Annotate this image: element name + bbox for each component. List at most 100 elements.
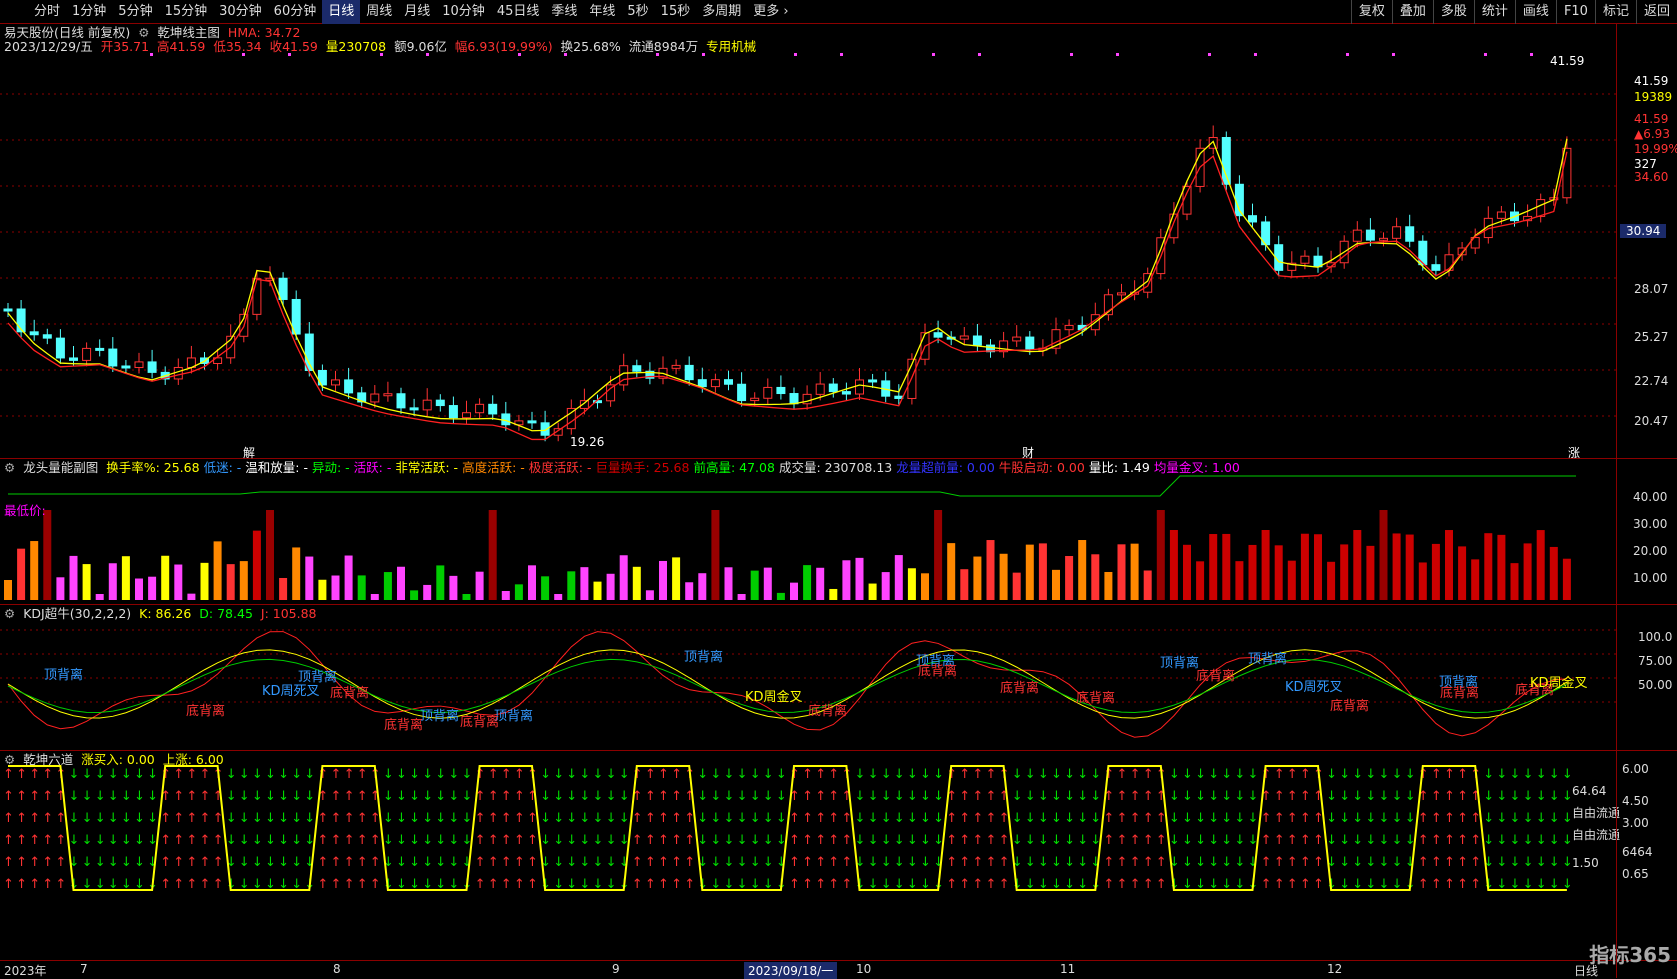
prev-high-volume-line	[8, 475, 1576, 497]
down-arrow-icon: ↓	[619, 789, 630, 804]
candle-body	[1352, 229, 1362, 242]
up-arrow-icon: ↑	[200, 789, 211, 804]
period-tab-1[interactable]: 1分钟	[66, 0, 112, 24]
down-arrow-icon: ↓	[579, 855, 590, 870]
up-arrow-icon: ↑	[331, 767, 342, 782]
down-arrow-icon: ↓	[1234, 811, 1245, 826]
down-arrow-icon: ↓	[855, 833, 866, 848]
candle-body	[501, 413, 511, 426]
toolbar-button-6[interactable]: 标记	[1594, 0, 1636, 24]
kdj-signal-label: 底背离	[186, 704, 226, 719]
toolbar-button-2[interactable]: 多股	[1432, 0, 1474, 24]
up-arrow-icon: ↑	[1470, 855, 1481, 870]
volume-bar	[357, 575, 366, 600]
volume-bar	[986, 540, 995, 600]
period-tab-11[interactable]: 季线	[545, 0, 583, 24]
down-arrow-icon: ↓	[553, 767, 564, 782]
down-arrow-icon: ↓	[697, 789, 708, 804]
quote-amount: 额9.06亿	[394, 39, 447, 54]
quote-turnover: 换25.68%	[560, 39, 621, 54]
up-arrow-icon: ↑	[645, 767, 656, 782]
volume-bar	[1392, 533, 1401, 600]
signal-dot	[1530, 53, 1533, 56]
down-arrow-icon: ↓	[1392, 833, 1403, 848]
toolbar-button-5[interactable]: F10	[1555, 0, 1595, 24]
period-tab-4[interactable]: 30分钟	[213, 0, 268, 24]
down-arrow-icon: ↓	[697, 833, 708, 848]
down-arrow-icon: ↓	[737, 811, 748, 826]
up-arrow-icon: ↑	[1287, 811, 1298, 826]
kdj-signal-label: 底背离	[918, 664, 958, 679]
volume-bar	[1091, 554, 1100, 600]
down-arrow-icon: ↓	[121, 767, 132, 782]
period-tab-8[interactable]: 月线	[398, 0, 436, 24]
toolbar-button-0[interactable]: 复权	[1350, 0, 1392, 24]
down-arrow-icon: ↓	[435, 789, 446, 804]
up-arrow-icon: ↑	[1444, 767, 1455, 782]
up-arrow-icon: ↑	[1117, 789, 1128, 804]
up-arrow-icon: ↑	[55, 877, 66, 892]
up-arrow-icon: ↑	[1418, 877, 1429, 892]
down-arrow-icon: ↓	[1496, 855, 1507, 870]
down-arrow-icon: ↓	[776, 811, 787, 826]
down-arrow-icon: ↓	[409, 833, 420, 848]
period-tab-14[interactable]: 15秒	[655, 0, 697, 24]
up-arrow-icon: ↑	[1143, 789, 1154, 804]
period-tab-2[interactable]: 5分钟	[112, 0, 158, 24]
up-arrow-icon: ↑	[160, 855, 171, 870]
period-tab-12[interactable]: 年线	[583, 0, 621, 24]
period-tab-6[interactable]: 日线	[322, 0, 361, 24]
down-arrow-icon: ↓	[1182, 855, 1193, 870]
up-arrow-icon: ↑	[802, 877, 813, 892]
candle-body	[396, 393, 406, 409]
down-arrow-icon: ↓	[252, 789, 263, 804]
up-arrow-icon: ↑	[160, 877, 171, 892]
up-arrow-icon: ↑	[1300, 767, 1311, 782]
toolbar-button-1[interactable]: 叠加	[1391, 0, 1433, 24]
volume-bar	[1366, 545, 1375, 600]
up-arrow-icon: ↑	[1287, 855, 1298, 870]
down-arrow-icon: ↓	[1352, 833, 1363, 848]
down-arrow-icon: ↓	[1012, 767, 1023, 782]
price-axis-label: 28.07	[1634, 282, 1669, 296]
down-arrow-icon: ↓	[1379, 789, 1390, 804]
up-arrow-icon: ↑	[3, 877, 14, 892]
down-arrow-icon: ↓	[1182, 811, 1193, 826]
up-arrow-icon: ↑	[331, 855, 342, 870]
volume-panel-title[interactable]: 龙头量能副图	[23, 460, 98, 475]
period-tab-16[interactable]: 更多 ›	[747, 0, 794, 24]
chart-area[interactable]: ↑ ↑ ↑ ↑ ↑ ↑ ↑ ↑ ↑ ↑ ↑ ↑ ↑ ↑ ↑ ↑ ↑ ↑ ↑ ↑ ↑ ↑ ↑ ↑ ↑ ↑ ↑ ↑ ↑ ↑ ↓ ↓ ↓ ↓ ↓ ↓ ↓ ↓ ↓ ↓…	[0, 24, 1677, 979]
period-tab-9[interactable]: 10分钟	[436, 0, 491, 24]
gear-icon[interactable]: ⚙	[4, 606, 15, 621]
kdj-title[interactable]: KDJ超牛(30,2,2,2)	[23, 606, 131, 621]
down-arrow-icon: ↓	[1208, 789, 1219, 804]
period-tab-15[interactable]: 多周期	[696, 0, 747, 24]
up-arrow-icon: ↑	[16, 833, 27, 848]
candle-body	[724, 379, 733, 385]
up-arrow-icon: ↑	[16, 877, 27, 892]
logo: 指标365	[1589, 943, 1671, 967]
kdj-signal-label: 顶背离	[44, 668, 84, 683]
toolbar-button-3[interactable]: 统计	[1473, 0, 1515, 24]
down-arrow-icon: ↓	[579, 833, 590, 848]
period-tab-13[interactable]: 5秒	[621, 0, 654, 24]
down-arrow-icon: ↓	[868, 789, 879, 804]
period-tab-3[interactable]: 15分钟	[159, 0, 214, 24]
up-arrow-icon: ↑	[29, 767, 40, 782]
period-tab-5[interactable]: 60分钟	[268, 0, 323, 24]
gear-icon[interactable]: ⚙	[4, 460, 15, 475]
toolbar-button-4[interactable]: 画线	[1514, 0, 1556, 24]
down-arrow-icon: ↓	[1077, 789, 1088, 804]
down-arrow-icon: ↓	[291, 855, 302, 870]
six-title[interactable]: 乾坤六道	[23, 752, 73, 767]
toolbar-button-7[interactable]: 返回	[1635, 0, 1677, 24]
period-tab-10[interactable]: 45日线	[491, 0, 546, 24]
quote-date: 2023/12/29/五	[4, 39, 93, 54]
up-arrow-icon: ↑	[527, 877, 538, 892]
candle-body	[868, 379, 878, 383]
candle-body	[475, 403, 485, 414]
down-arrow-icon: ↓	[1352, 811, 1363, 826]
period-tab-0[interactable]: 分时	[28, 0, 66, 24]
gear-icon[interactable]: ⚙	[4, 752, 15, 767]
period-tab-7[interactable]: 周线	[360, 0, 398, 24]
